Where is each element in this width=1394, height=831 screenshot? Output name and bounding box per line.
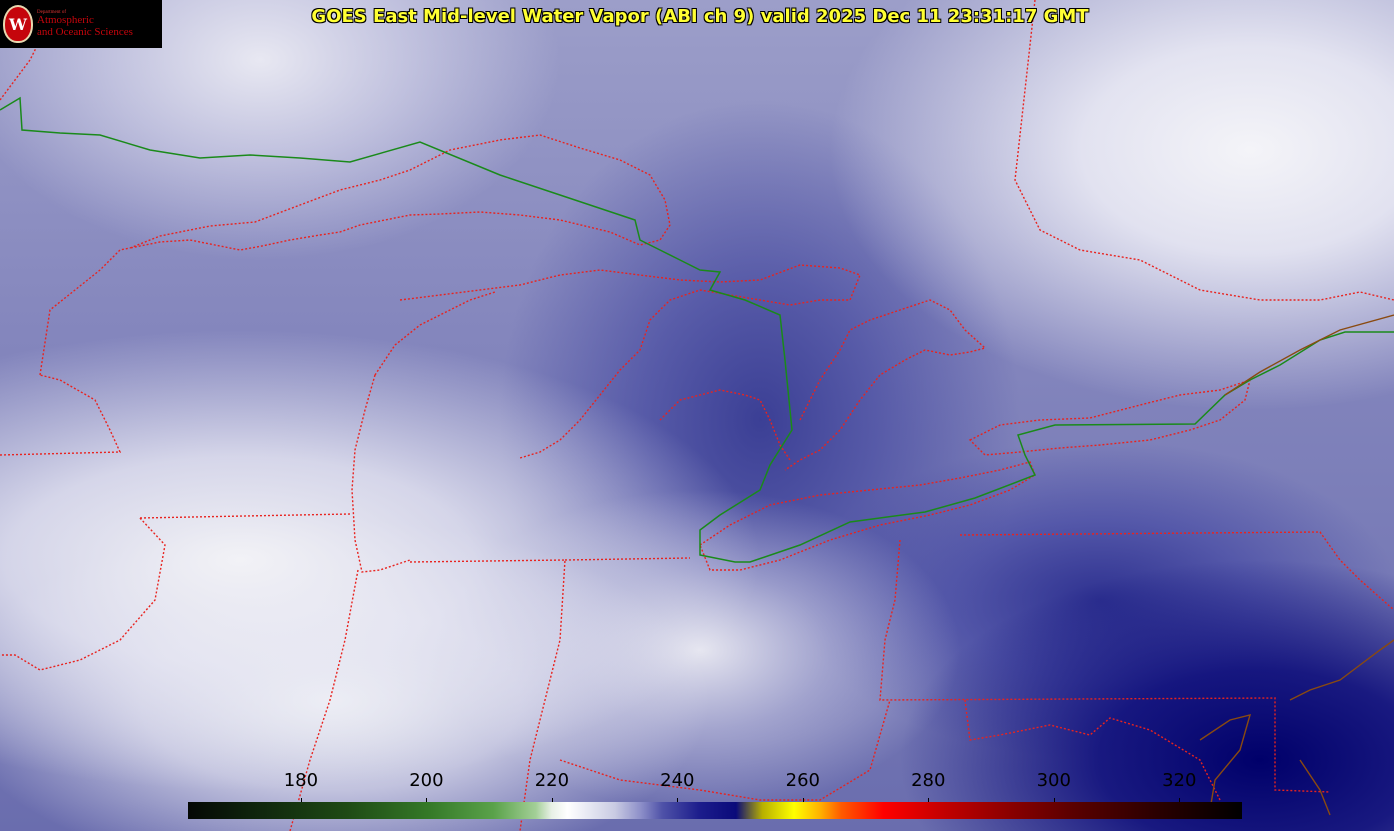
colorbar-tick-label: 220 xyxy=(534,770,570,791)
map-overlay xyxy=(0,0,1394,831)
lake-michigan-west-shore xyxy=(351,291,496,573)
minnesota-border xyxy=(39,247,131,376)
atlantic-coast xyxy=(1289,639,1394,816)
colorbar-tick xyxy=(677,798,679,802)
iowa-missouri-border xyxy=(139,513,351,519)
colorbar-tick xyxy=(426,798,428,802)
wisconsin-iowa-border xyxy=(0,374,122,456)
st-lawrence-coast xyxy=(1224,314,1394,396)
colorbar-tick-label: 180 xyxy=(283,770,319,791)
colorbar-tick xyxy=(551,798,553,802)
colorbar-tick-label: 280 xyxy=(911,770,946,791)
ontario-quebec-border xyxy=(1014,0,1394,301)
colorbar-tick-label: 240 xyxy=(660,770,695,791)
michigan-up-shore xyxy=(399,264,861,459)
illinois-border xyxy=(0,517,166,671)
north-coast-border xyxy=(0,39,41,101)
colorbar-tick xyxy=(1179,798,1181,802)
lake-erie-shore xyxy=(699,461,1036,571)
lake-huron-shore xyxy=(659,299,987,471)
ny-pa-border xyxy=(959,531,1394,611)
satellite-viewport: W Department of Atmospheric and Oceanic … xyxy=(0,0,1394,831)
uw-aos-logo: W Department of Atmospheric and Oceanic … xyxy=(0,0,162,48)
logo-text: Department of Atmospheric and Oceanic Sc… xyxy=(37,10,133,38)
uw-seal-icon: W xyxy=(3,5,33,43)
us-canada-border xyxy=(0,96,1394,563)
lake-superior-shore xyxy=(129,134,671,251)
pennsylvania-border xyxy=(879,539,1331,793)
colorbar-tick-label: 260 xyxy=(785,770,820,791)
colorbar: 180 200 220 240 260 280 300 320 xyxy=(188,768,1242,824)
logo-line-1: Atmospheric xyxy=(37,14,94,27)
colorbar-tick xyxy=(1053,798,1055,802)
colorbar-tick-label: 320 xyxy=(1162,770,1197,791)
colorbar-tick xyxy=(802,798,804,802)
colorbar-tick-label: 200 xyxy=(409,770,444,791)
ohio-michigan-border xyxy=(564,557,691,561)
colorbar-tick xyxy=(928,798,930,802)
logo-line-2: and Oceanic Sciences xyxy=(37,25,133,38)
colorbar-gradient xyxy=(188,802,1242,819)
colorbar-tick xyxy=(300,798,302,802)
colorbar-tick-label: 300 xyxy=(1036,770,1071,791)
lake-ontario-shore xyxy=(968,378,1251,456)
